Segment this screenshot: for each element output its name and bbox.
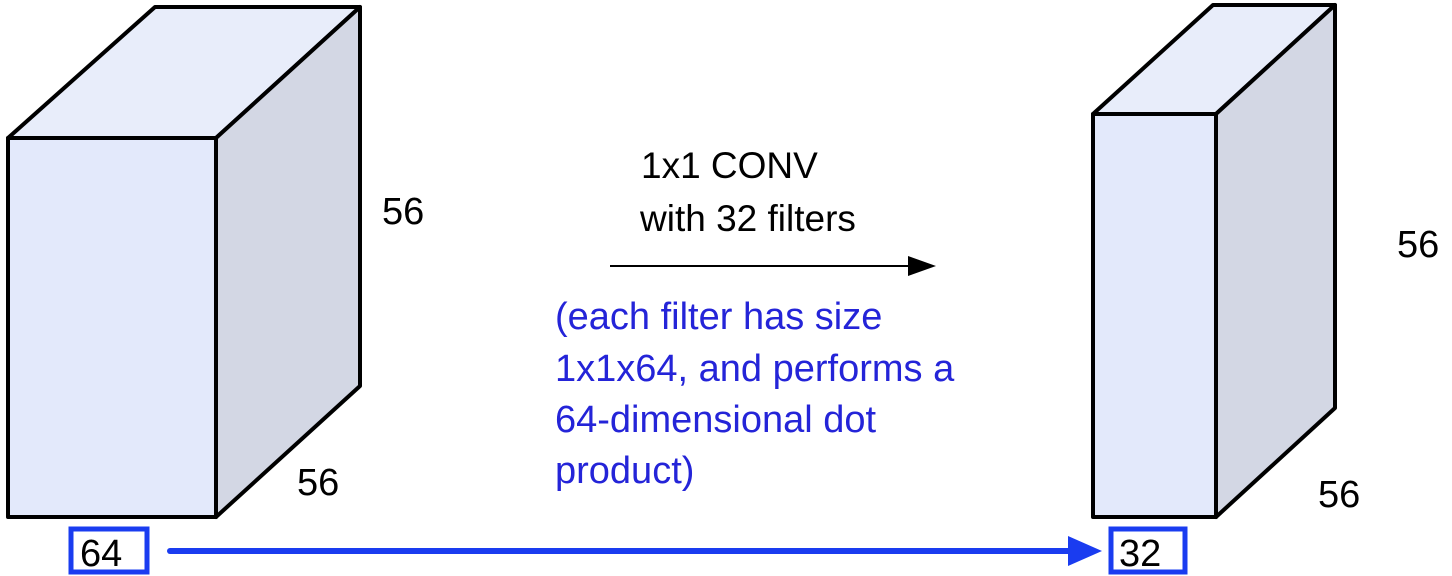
depth-mapping-arrow — [167, 536, 1102, 566]
input-volume — [6, 5, 362, 519]
note-line-3: 64-dimensional dot — [555, 399, 877, 441]
operation-title: 1x1 CONV — [641, 145, 818, 186]
output-depth-label: 32 — [1119, 533, 1161, 575]
input-height-label: 56 — [382, 191, 424, 233]
diagram: 56 56 64 1x1 CONV with 32 filters (each … — [6, 3, 1439, 575]
output-width-label: 56 — [1318, 474, 1360, 516]
note-line-4: product) — [555, 450, 694, 492]
note-line-2: 1x1x64, and performs a — [555, 348, 955, 390]
output-volume — [1091, 3, 1337, 519]
operation-arrow — [610, 256, 936, 276]
note-line-1: (each filter has size — [555, 296, 882, 338]
input-front-face — [6, 136, 218, 519]
output-height-label: 56 — [1397, 224, 1439, 266]
output-front-face — [1091, 112, 1218, 519]
input-width-label: 56 — [297, 462, 339, 504]
operation-subtitle: with 32 filters — [639, 198, 856, 239]
input-depth-label: 64 — [80, 533, 122, 575]
